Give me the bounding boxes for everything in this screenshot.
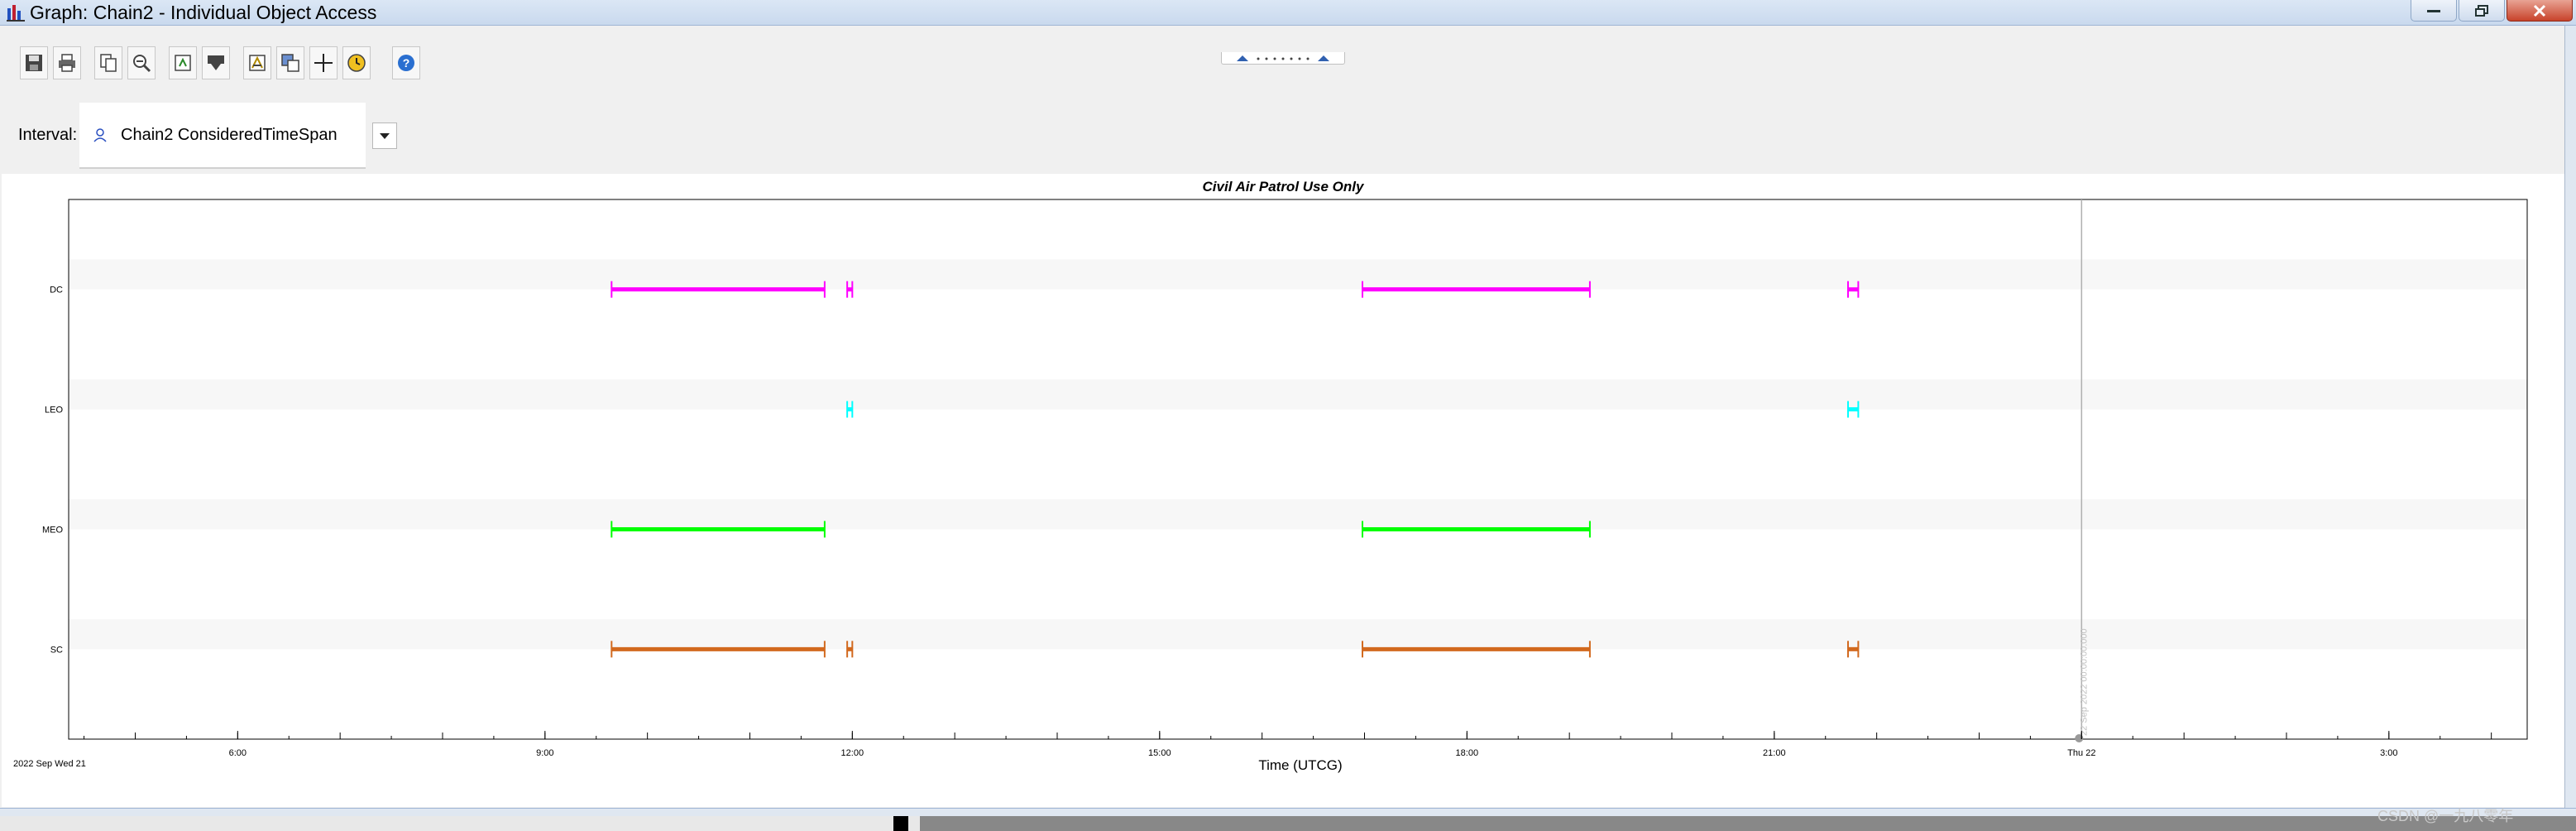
series-label: SC (50, 645, 63, 655)
save-icon (26, 55, 42, 71)
series-label: LEO (45, 406, 63, 416)
x-tick-label: 15:00 (1148, 748, 1171, 758)
options-menu-button[interactable] (202, 46, 230, 79)
title-bar[interactable]: Graph: Chain2 - Individual Object Access (0, 0, 2576, 26)
graph-panel: 22 Sep 2022 00:00:00.000 6:00 9:00 12:00 15:… (2, 174, 2564, 807)
crosshair-button[interactable] (309, 46, 338, 79)
copy-button[interactable] (94, 46, 122, 79)
series-label: DC (50, 286, 63, 295)
x-tick-label: Thu 22 (2067, 748, 2095, 758)
row-band (69, 619, 2527, 650)
time-cursor-label: 22 Sep 2022 00:00:00.000 (2079, 628, 2089, 736)
access-timeline-chart: 22 Sep 2022 00:00:00.000 6:00 9:00 12:00 15:… (42, 199, 2528, 758)
x-tick-label: 18:00 (1456, 748, 1479, 758)
copy-graph-icon (281, 54, 299, 72)
print-button[interactable] (53, 46, 81, 79)
time-span-icon (93, 128, 107, 142)
close-button[interactable] (2507, 0, 2573, 22)
help-button[interactable]: ? (392, 46, 420, 79)
taskbar-block (893, 816, 908, 831)
toolbar-grip[interactable] (1221, 52, 1345, 65)
properties-icon (249, 55, 266, 71)
graph-caption: Civil Air Patrol Use Only (1202, 179, 1364, 195)
copy-graph-button[interactable] (276, 46, 304, 79)
close-icon (2533, 4, 2546, 17)
time-icon (347, 54, 366, 72)
svg-text:?: ? (403, 56, 410, 70)
graph-app-icon (7, 5, 25, 22)
export-icon (175, 55, 191, 71)
save-button[interactable] (20, 46, 48, 79)
taskbar-region (920, 816, 2576, 831)
crosshair-icon (314, 54, 333, 72)
export-button[interactable] (169, 46, 197, 79)
zoom-out-icon (133, 55, 151, 73)
restore-icon (2475, 4, 2488, 17)
interval-selector[interactable]: Chain2 ConsideredTimeSpan (79, 103, 366, 169)
x-tick-label: 9:00 (536, 748, 553, 758)
window-border (2564, 26, 2576, 808)
row-band (69, 379, 2527, 410)
interval-value: Chain2 ConsideredTimeSpan (121, 126, 338, 144)
x-tick-label: 6:00 (229, 748, 247, 758)
x-tick-label: 3:00 (2380, 748, 2397, 758)
properties-button[interactable] (243, 46, 271, 79)
copy-icon (100, 54, 117, 72)
interval-label: Interval: (18, 126, 78, 144)
row-band (69, 499, 2527, 530)
chevron-down-icon (380, 133, 390, 139)
maximize-button[interactable] (2459, 0, 2505, 22)
start-date-label: 2022 Sep Wed 21 (13, 759, 86, 769)
toolbar (0, 26, 2564, 173)
minimize-icon (2427, 9, 2440, 12)
x-tick-label: 12:00 (841, 748, 864, 758)
watermark: CSDN @一九八零年 (2377, 808, 2514, 824)
window-title: Graph: Chain2 - Individual Object Access (30, 2, 377, 23)
time-button[interactable] (342, 46, 371, 79)
series-label: MEO (42, 525, 64, 535)
print-icon (59, 54, 75, 72)
x-tick-label: 21:00 (1763, 748, 1786, 758)
help-icon: ? (398, 55, 414, 71)
x-axis-label: Time (UTCG) (1258, 757, 1343, 773)
dropdown-menu-icon (208, 55, 224, 70)
interval-dropdown-button[interactable] (372, 122, 397, 149)
grip-icon (1237, 55, 1329, 61)
row-band (69, 259, 2527, 290)
zoom-out-button[interactable] (127, 46, 156, 79)
minimize-button[interactable] (2411, 0, 2457, 22)
